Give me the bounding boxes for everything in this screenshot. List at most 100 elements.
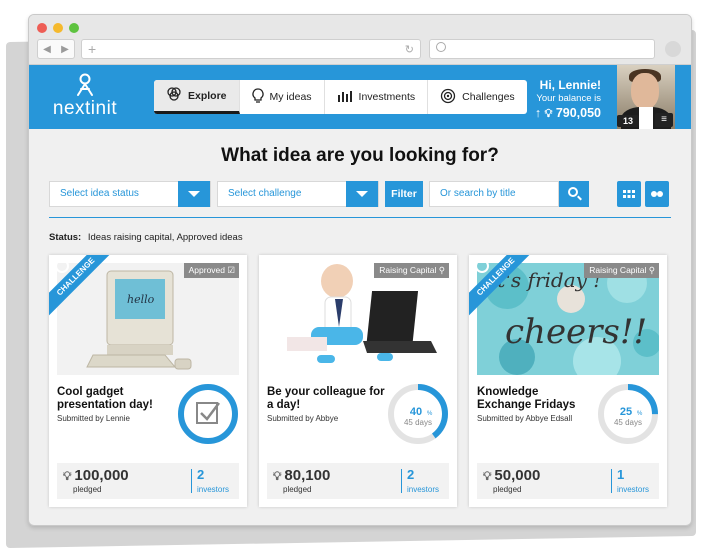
brand-name: nextinit [52, 98, 118, 119]
footer-divider [611, 469, 612, 493]
target-icon [440, 88, 456, 107]
challenge-placeholder: Select challenge [228, 188, 302, 199]
lightbulb-icon [251, 87, 264, 107]
idea-card[interactable]: it's friday ! cheers!! CHALLENGE Raising… [469, 255, 667, 507]
image-text-cheers: cheers!! [505, 312, 647, 352]
investor-count[interactable]: 2 [197, 467, 204, 482]
investor-count[interactable]: 1 [617, 467, 624, 482]
status-badge: Raising Capital ⚲ [584, 263, 659, 278]
pledged-label: pledged [73, 485, 102, 494]
pledged-label: pledged [493, 485, 522, 494]
card-footer: 💡︎ 100,000 pledged 2 investors [57, 463, 239, 499]
status-line: Status: Ideas raising capital, Approved … [49, 232, 243, 243]
back-arrow-icon[interactable]: ◀ [43, 44, 51, 55]
brand-logo[interactable]: nextinit [47, 73, 123, 120]
balance-amount: ↑ 💡︎ 790,050 [535, 106, 601, 121]
investors-label[interactable]: investors [407, 485, 439, 494]
investors-label[interactable]: investors [617, 485, 649, 494]
days-left: 45 days [614, 418, 642, 427]
challenge-select[interactable]: Select challenge [217, 181, 379, 207]
hamburger-menu-icon[interactable]: ≡ [655, 113, 673, 127]
forward-arrow-icon[interactable]: ▶ [61, 44, 69, 55]
page-title: What idea are you looking for? [221, 145, 499, 166]
footer-divider [401, 469, 402, 493]
divider [49, 217, 671, 218]
title-search-input[interactable]: Or search by title [429, 181, 559, 207]
status-badge-label: Raising Capital [379, 265, 437, 275]
reload-icon[interactable]: ↻ [405, 43, 414, 56]
tab-my-ideas[interactable]: My ideas [240, 80, 325, 114]
avatar[interactable]: 13 ≡ [617, 65, 675, 129]
user-greeting: Hi, Lennie! Your balance is ↑ 💡︎ 790,050 [535, 78, 601, 121]
idea-status-select[interactable]: Select idea status [49, 181, 211, 207]
tab-investments[interactable]: Investments [325, 80, 429, 114]
pledged-amount: 💡︎ 50,000 [483, 467, 540, 484]
notification-badge[interactable]: 13 [617, 115, 640, 127]
target-icon [475, 259, 489, 273]
svg-text:%: % [427, 411, 433, 417]
svg-text:hello: hello [127, 293, 155, 306]
idea-image-baby[interactable] [267, 263, 449, 375]
idea-title[interactable]: Cool gadget presentation day! [57, 386, 175, 412]
bar-chart-icon [337, 89, 353, 105]
filter-button[interactable]: Filter [385, 181, 423, 207]
status-label: Status: [49, 232, 82, 243]
browser-search-bar[interactable] [429, 39, 655, 59]
maximize-window-dot[interactable] [69, 23, 79, 33]
rocket-person-icon [77, 73, 93, 96]
funding-progress-ring: 40 % 45 days [388, 384, 448, 444]
browser-chrome: ◀ ▶ + ↻ [29, 15, 691, 65]
plus-icon[interactable]: + [88, 41, 96, 57]
tab-challenges[interactable]: Challenges [428, 80, 527, 114]
tab-label: My ideas [269, 91, 312, 103]
close-window-dot[interactable] [37, 23, 47, 33]
greeting-text: Hi, Lennie! [539, 78, 601, 92]
search-button[interactable] [559, 181, 589, 207]
idea-card[interactable]: hello CHALLENGE Approved ☑ Cool gadget p… [49, 255, 247, 507]
chevron-down-icon[interactable] [346, 181, 378, 207]
status-badge-label: Approved [188, 265, 225, 275]
card-footer: 💡︎ 50,000 pledged 1 investors [477, 463, 659, 499]
investors-label[interactable]: investors [197, 485, 229, 494]
percent-value: 40 [410, 406, 422, 418]
browser-nav-buttons: ◀ ▶ [37, 39, 75, 59]
app-header: nextinit Explore My ideas Investments Ch… [29, 65, 691, 129]
status-badge: Raising Capital ⚲ [374, 263, 449, 278]
idea-author: Submitted by Lennie [57, 414, 130, 423]
lightbulb-icon: 💡︎ [544, 108, 553, 120]
pledged-value: 80,100 [284, 467, 331, 484]
pledged-amount: 💡︎ 80,100 [273, 467, 330, 484]
status-value: Ideas raising capital, Approved ideas [87, 232, 243, 243]
tab-label: Challenges [462, 91, 515, 103]
filter-bar: Select idea status Select challenge Filt… [49, 181, 669, 207]
idea-title[interactable]: Be your colleague for a day! [267, 386, 385, 412]
lightbulb-icon: 💡︎ [63, 469, 72, 483]
investor-count[interactable]: 2 [407, 467, 414, 482]
minimize-window-dot[interactable] [53, 23, 63, 33]
pledged-value: 100,000 [74, 467, 129, 484]
address-bar[interactable]: + ↻ [81, 39, 421, 59]
main-content: What idea are you looking for? Select id… [29, 129, 691, 525]
browser-window: ◀ ▶ + ↻ nextinit Explore My ideas Invest… [28, 14, 692, 526]
browser-menu-icon[interactable] [665, 41, 681, 57]
target-icon [55, 259, 69, 273]
dots-icon [651, 191, 663, 197]
main-nav-tabs: Explore My ideas Investments Challenges [154, 80, 527, 114]
tab-label: Explore [188, 89, 227, 102]
idea-author: Submitted by Abbye [267, 414, 339, 423]
tab-explore[interactable]: Explore [154, 80, 240, 114]
idea-title[interactable]: Knowledge Exchange Fridays [477, 386, 595, 412]
status-badge: Approved ☑ [183, 263, 239, 278]
chevron-down-icon[interactable] [178, 181, 210, 207]
idea-card[interactable]: Raising Capital ⚲ Be your colleague for … [259, 255, 457, 507]
lightbulb-icon: ⚲ [648, 265, 655, 275]
circles-icon [166, 87, 182, 104]
status-badge-label: Raising Capital [589, 265, 647, 275]
grid-view-button[interactable] [617, 181, 641, 207]
tab-label: Investments [358, 91, 416, 103]
funding-progress-ring: 25 % 45 days [598, 384, 658, 444]
days-left: 45 days [404, 418, 432, 427]
percent-value: 25 [620, 406, 632, 418]
bubble-view-button[interactable] [645, 181, 669, 207]
lightbulb-icon: ⚲ [438, 265, 445, 275]
